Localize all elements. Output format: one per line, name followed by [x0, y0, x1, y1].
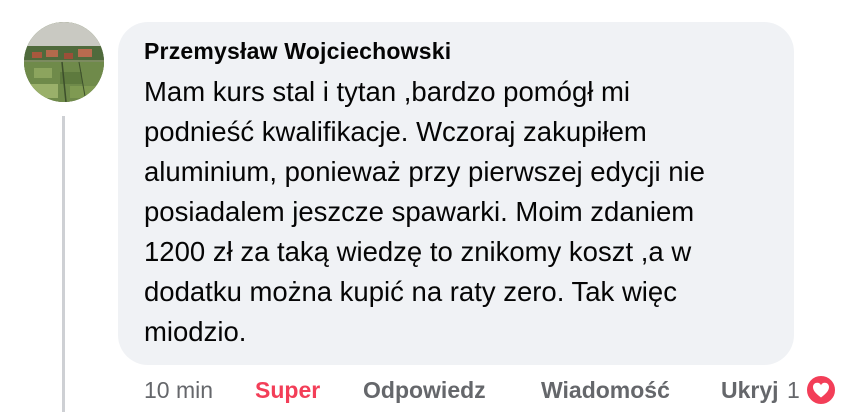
- thread-line: [62, 116, 65, 412]
- comment-bubble: Przemysław Wojciechowski Mam kurs stal i…: [118, 22, 794, 365]
- comment-time[interactable]: 10 min: [144, 377, 213, 404]
- heart-icon: [805, 374, 837, 406]
- reply-button[interactable]: Odpowiedz: [363, 377, 486, 404]
- avatar[interactable]: [24, 22, 104, 102]
- reaction-count[interactable]: 1: [787, 377, 800, 404]
- message-button[interactable]: Wiadomość: [541, 377, 670, 404]
- reaction-button[interactable]: Super: [255, 377, 320, 404]
- avatar-photo: [24, 22, 104, 102]
- hide-button[interactable]: Ukryj: [721, 377, 779, 404]
- comment-author[interactable]: Przemysław Wojciechowski: [144, 38, 451, 65]
- reaction-badge[interactable]: [804, 373, 838, 407]
- comment-actions: 10 min Super Odpowiedz Wiadomość Ukryj 1: [144, 373, 865, 409]
- comment-text: Mam kurs stal i tytan ,bardzo pomógł mi …: [144, 76, 705, 347]
